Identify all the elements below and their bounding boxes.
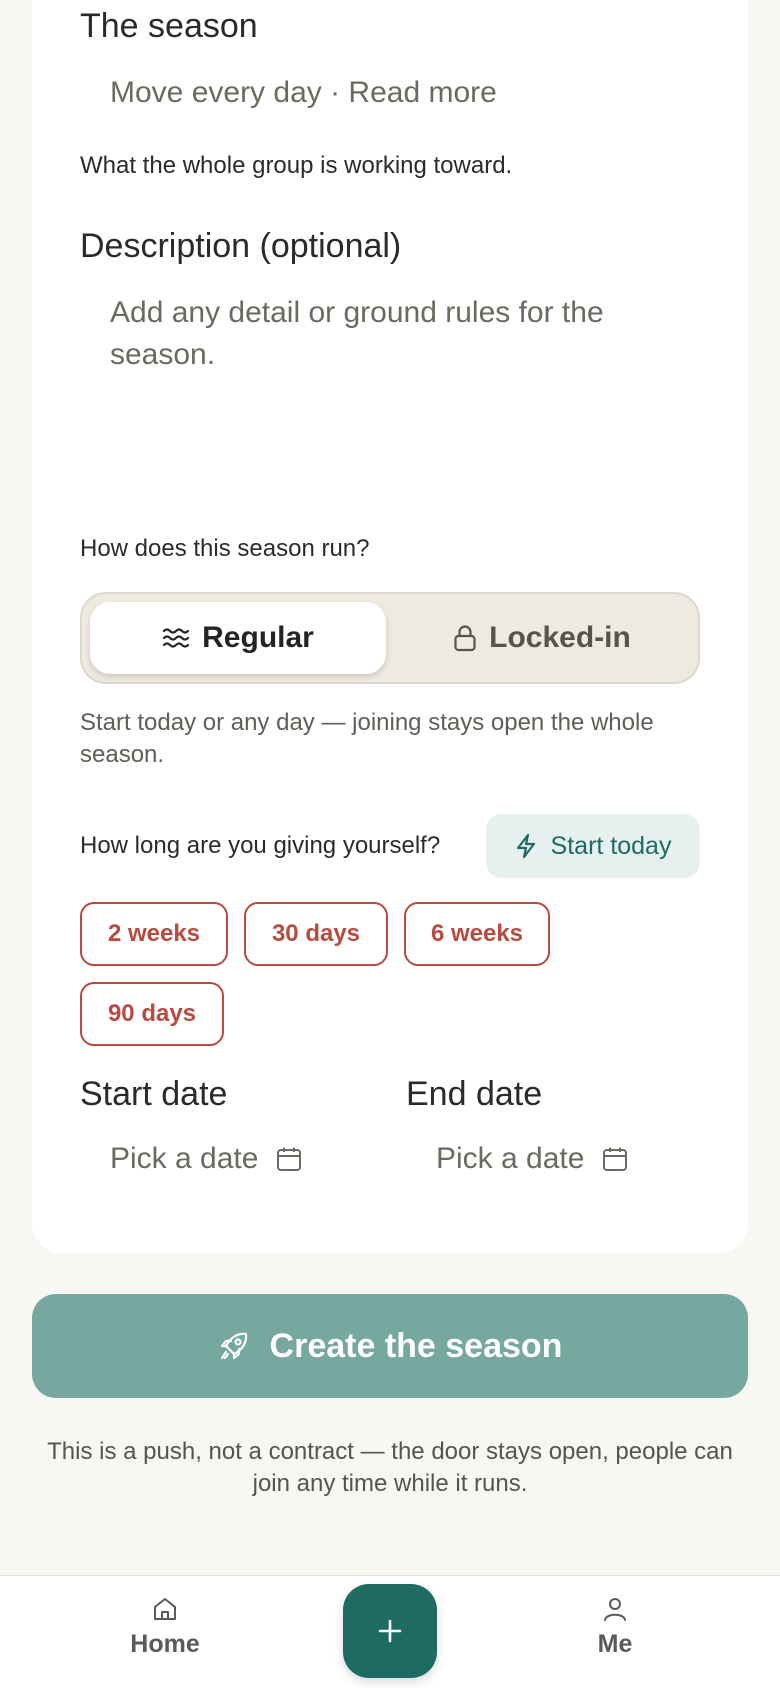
- create-season-button[interactable]: Create the season: [32, 1294, 748, 1398]
- start-date-label: Start date: [80, 1075, 228, 1113]
- description-field-title: Description (optional): [80, 227, 402, 265]
- create-season-screen: The season Move every day · Read more Wh…: [0, 0, 780, 1688]
- duration-chip-6-weeks[interactable]: 6 weeks: [404, 902, 550, 966]
- create-season-label: Create the season: [269, 1326, 563, 1365]
- footnote-text: This is a push, not a contract — the doo…: [47, 1438, 733, 1498]
- nav-me[interactable]: Me: [555, 1596, 675, 1659]
- person-icon: [602, 1596, 628, 1622]
- nav-home[interactable]: Home: [105, 1596, 225, 1659]
- calendar-icon: [602, 1146, 628, 1172]
- end-date-input[interactable]: Pick a date: [436, 1142, 628, 1176]
- nav-me-label: Me: [597, 1630, 633, 1658]
- season-name-input[interactable]: Move every day · Read more: [110, 72, 497, 114]
- run-mode-locked-in-option[interactable]: Locked-in: [394, 602, 690, 674]
- waves-icon: [162, 626, 190, 650]
- run-mode-regular-label: Regular: [202, 621, 314, 654]
- run-mode-question: How does this season run?: [80, 535, 370, 562]
- plus-icon: [376, 1617, 404, 1645]
- start-date-placeholder: Pick a date: [110, 1142, 259, 1175]
- duration-chip-30-days[interactable]: 30 days: [244, 902, 388, 966]
- description-input[interactable]: Add any detail or ground rules for the s…: [110, 292, 670, 462]
- home-icon: [152, 1596, 178, 1622]
- season-field-helper: What the whole group is working toward.: [80, 152, 513, 179]
- lightning-icon: [515, 833, 537, 859]
- duration-question: How long are you giving yourself?: [80, 832, 441, 859]
- start-today-button[interactable]: Start today: [486, 814, 700, 878]
- season-field-title: The season: [80, 7, 258, 45]
- add-fab-button[interactable]: [343, 1584, 437, 1678]
- start-today-label: Start today: [550, 831, 672, 860]
- end-date-placeholder: Pick a date: [436, 1142, 585, 1175]
- run-mode-segmented-control: Regular Locked-in: [80, 592, 700, 684]
- run-mode-helper: Start today or any day — joining stays o…: [80, 709, 654, 769]
- run-mode-locked-in-label: Locked-in: [489, 621, 631, 654]
- rocket-icon: [218, 1330, 250, 1362]
- duration-chip-90-days[interactable]: 90 days: [80, 982, 224, 1046]
- lock-icon: [453, 624, 477, 652]
- nav-home-label: Home: [130, 1630, 200, 1658]
- duration-chip-2-weeks[interactable]: 2 weeks: [80, 902, 228, 966]
- end-date-label: End date: [406, 1075, 543, 1113]
- calendar-icon: [276, 1146, 302, 1172]
- start-date-input[interactable]: Pick a date: [110, 1142, 302, 1176]
- run-mode-regular-option[interactable]: Regular: [90, 602, 386, 674]
